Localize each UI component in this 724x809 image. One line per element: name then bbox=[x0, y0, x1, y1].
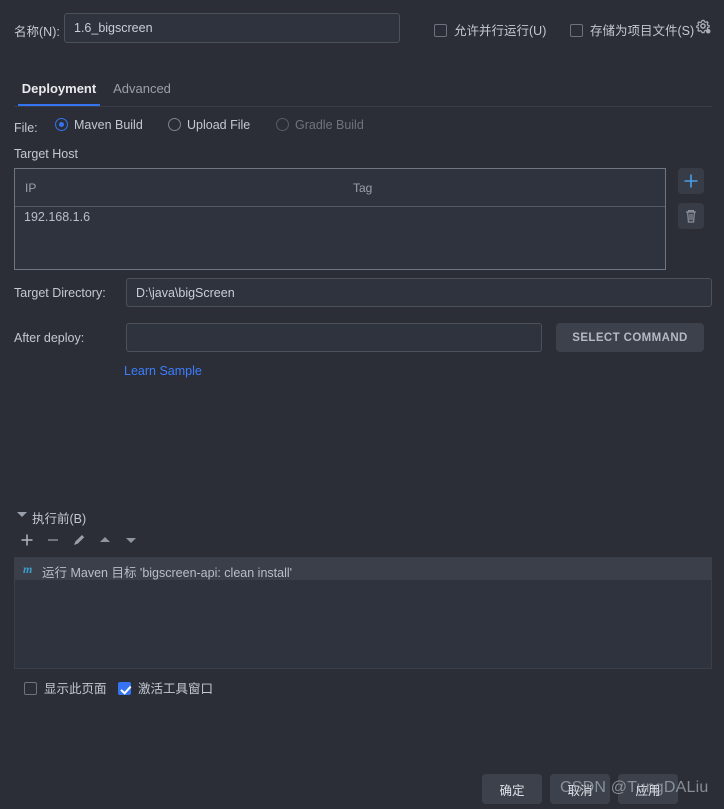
checkbox-box[interactable] bbox=[434, 24, 447, 37]
checkbox-box[interactable] bbox=[24, 682, 37, 695]
gear-icon[interactable] bbox=[696, 19, 712, 35]
file-radio-row: File: Maven Build Upload File Gradle Bui… bbox=[0, 118, 724, 140]
before-launch-list[interactable]: m 运行 Maven 目标 'bigscreen-api: clean inst… bbox=[14, 557, 712, 669]
target-host-section-label: Target Host bbox=[14, 147, 78, 161]
radio-gradle-build: Gradle Build bbox=[276, 118, 364, 132]
table-header: IP Tag bbox=[15, 169, 665, 207]
radio-maven-build[interactable]: Maven Build bbox=[55, 118, 143, 132]
name-label: 名称(N): bbox=[14, 25, 60, 39]
run-config-name-input[interactable] bbox=[64, 13, 400, 43]
plus-icon bbox=[684, 174, 698, 188]
list-item-label: 运行 Maven 目标 'bigscreen-api: clean instal… bbox=[42, 566, 293, 580]
add-icon[interactable] bbox=[18, 531, 36, 549]
edit-pencil-icon[interactable] bbox=[70, 531, 88, 549]
target-directory-input[interactable] bbox=[126, 278, 712, 307]
radio-circle bbox=[276, 118, 289, 131]
before-launch-title: 执行前(B) bbox=[32, 512, 87, 526]
after-deploy-input[interactable] bbox=[126, 323, 542, 352]
name-row: 名称(N): 允许并行运行(U) 存储为项目文件(S) bbox=[0, 0, 724, 56]
after-deploy-label: After deploy: bbox=[14, 331, 85, 345]
learn-sample-link[interactable]: Learn Sample bbox=[124, 364, 202, 378]
show-this-page-label: 显示此页面 bbox=[44, 682, 107, 696]
radio-circle[interactable] bbox=[168, 118, 181, 131]
tab-deployment[interactable]: Deployment bbox=[18, 76, 100, 106]
remove-icon[interactable] bbox=[44, 531, 62, 549]
target-directory-label: Target Directory: bbox=[14, 286, 106, 300]
radio-gradle-build-label: Gradle Build bbox=[295, 118, 364, 132]
radio-upload-file-label: Upload File bbox=[187, 118, 251, 132]
file-label: File: bbox=[14, 121, 38, 135]
show-this-page-checkbox[interactable]: 显示此页面 bbox=[24, 678, 107, 697]
select-command-button[interactable]: SELECT COMMAND bbox=[556, 323, 704, 352]
chevron-down-icon[interactable] bbox=[17, 512, 27, 517]
target-host-table[interactable]: IP Tag 192.168.1.6 bbox=[14, 168, 666, 270]
activate-tool-window-label: 激活工具窗口 bbox=[138, 682, 214, 696]
move-down-icon[interactable] bbox=[122, 531, 140, 549]
radio-upload-file[interactable]: Upload File bbox=[168, 118, 250, 132]
trash-icon bbox=[685, 210, 697, 223]
column-header-tag[interactable]: Tag bbox=[353, 181, 372, 195]
delete-host-button[interactable] bbox=[678, 203, 704, 229]
store-as-project-file-label: 存储为项目文件(S) bbox=[590, 24, 695, 38]
maven-icon: m bbox=[23, 562, 33, 576]
tab-bar: Deployment Advanced bbox=[0, 76, 724, 106]
checkbox-box[interactable] bbox=[570, 24, 583, 37]
allow-parallel-run-label: 允许并行运行(U) bbox=[454, 24, 547, 38]
radio-circle[interactable] bbox=[55, 118, 68, 131]
list-item[interactable]: m 运行 Maven 目标 'bigscreen-api: clean inst… bbox=[15, 558, 711, 580]
move-up-icon[interactable] bbox=[96, 531, 114, 549]
allow-parallel-run-checkbox[interactable]: 允许并行运行(U) bbox=[434, 20, 546, 39]
cell-ip[interactable]: 192.168.1.6 bbox=[24, 210, 90, 224]
before-launch-toolbar bbox=[18, 531, 158, 553]
ok-button[interactable]: 确定 bbox=[482, 774, 542, 804]
add-host-button[interactable] bbox=[678, 168, 704, 194]
column-header-ip[interactable]: IP bbox=[25, 181, 36, 195]
radio-maven-build-label: Maven Build bbox=[74, 118, 143, 132]
store-as-project-file-checkbox[interactable]: 存储为项目文件(S) bbox=[570, 20, 694, 39]
activate-tool-window-checkbox[interactable]: 激活工具窗口 bbox=[118, 678, 213, 697]
watermark: CSDN @TungDALiu bbox=[560, 779, 709, 796]
table-row[interactable]: 192.168.1.6 bbox=[15, 207, 665, 231]
tab-divider bbox=[14, 106, 712, 107]
tab-advanced[interactable]: Advanced bbox=[110, 76, 174, 106]
checkbox-box[interactable] bbox=[118, 682, 131, 695]
